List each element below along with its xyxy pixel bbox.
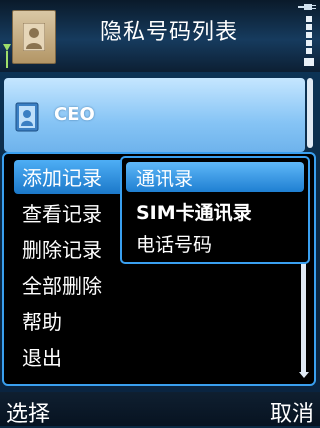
list-scrollbar[interactable] xyxy=(307,78,313,148)
scroll-down-icon[interactable] xyxy=(299,372,309,378)
submenu-item-phone-number[interactable]: 电话号码 xyxy=(136,230,212,257)
add-record-submenu: 通讯录 SIM卡通讯录 电话号码 xyxy=(120,156,310,264)
list-item[interactable]: CEO xyxy=(4,78,305,152)
status-header: 隐私号码列表 xyxy=(0,0,320,72)
menu-item-add-record[interactable]: 添加记录 xyxy=(22,162,102,191)
softkey-bar: 选择 取消 xyxy=(0,392,320,428)
contact-card-icon xyxy=(12,10,56,64)
menu-item-delete-record[interactable]: 删除记录 xyxy=(22,234,102,263)
page-title: 隐私号码列表 xyxy=(100,20,239,45)
menu-item-exit[interactable]: 退出 xyxy=(22,342,62,371)
submenu-item-contacts[interactable]: 通讯录 xyxy=(136,164,193,191)
menu-item-help[interactable]: 帮助 xyxy=(22,306,62,335)
submenu-item-sim-contacts[interactable]: SIM卡通讯录 xyxy=(136,198,252,225)
battery-icon xyxy=(304,16,314,66)
antenna-icon xyxy=(3,44,11,68)
menu-item-delete-all[interactable]: 全部删除 xyxy=(22,270,102,299)
cancel-softkey[interactable]: 取消 xyxy=(270,396,314,428)
contact-icon xyxy=(15,102,39,132)
select-softkey[interactable]: 选择 xyxy=(6,396,50,428)
list-item-label: CEO xyxy=(54,104,95,125)
menu-item-view-record[interactable]: 查看记录 xyxy=(22,198,102,227)
